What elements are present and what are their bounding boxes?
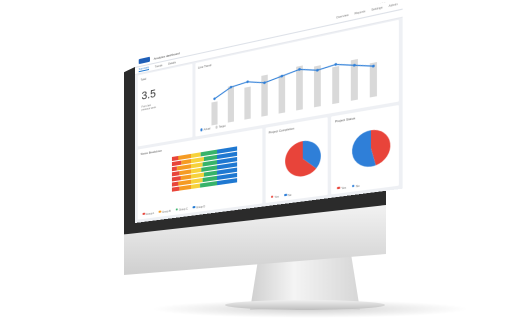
legend-item: No — [351, 183, 360, 188]
stacked-segment — [179, 184, 191, 191]
stacked-segment — [181, 158, 191, 165]
trend-line — [214, 55, 373, 99]
stacked-segment — [178, 153, 191, 160]
stacked-segment — [190, 161, 203, 168]
pie-card-2[interactable]: Project Status Yes No — [331, 104, 399, 195]
legend-label: Group B — [162, 209, 171, 214]
legend-swatch — [351, 184, 355, 188]
legend-label: No — [355, 184, 360, 188]
stacked-segment — [190, 167, 202, 173]
legend-label: Yes — [341, 185, 346, 190]
legend-label: Group D — [196, 204, 206, 209]
brand-logo[interactable] — [138, 56, 150, 65]
legend-label: Group A — [145, 211, 155, 216]
nav-item[interactable]: Overview — [336, 14, 349, 20]
stacked-segment — [171, 175, 181, 181]
pie1-title: Project Completion — [268, 125, 295, 135]
stacked-segment — [171, 160, 182, 166]
legend-item: Group C — [175, 206, 188, 212]
legend-item: Yes — [270, 194, 279, 199]
stacked-segment — [202, 159, 218, 167]
legend-swatch — [142, 212, 145, 216]
legend-swatch — [270, 194, 274, 199]
kpi-subtitle: From last previous week — [142, 103, 156, 112]
stacked-segment — [171, 155, 179, 161]
legend-swatch — [192, 205, 196, 209]
nav-item[interactable]: Settings — [371, 6, 382, 12]
monitor-base — [225, 300, 385, 310]
stacked-segment — [190, 151, 201, 158]
legend-item: Group D — [192, 204, 206, 209]
stacked-legend: Group A Group B Group C Group D — [142, 204, 205, 216]
bar-mark — [244, 86, 251, 120]
line-point — [245, 80, 249, 84]
stacked-segment — [202, 175, 218, 182]
pie1-legend: Yes No — [270, 193, 291, 200]
stacked-segment — [171, 170, 180, 176]
stacked-segment — [179, 168, 191, 175]
legend-swatch — [337, 186, 341, 190]
stacked-segment — [190, 156, 204, 163]
stacked-segment — [203, 154, 218, 161]
stacked-segment — [171, 165, 177, 171]
stacked-segment — [190, 172, 204, 179]
legend-swatch — [284, 193, 287, 197]
legend-label: Yes — [274, 194, 279, 199]
legend-label: No — [288, 193, 292, 197]
stacked-segment — [171, 181, 179, 187]
tab-details[interactable]: Details — [168, 61, 176, 66]
legend-item: Group A — [142, 211, 154, 216]
legend-item: Group B — [158, 209, 171, 214]
stacked-segment — [176, 163, 191, 170]
pie-card-1[interactable]: Project Completion Yes No — [265, 116, 329, 204]
pie-chart-2 — [352, 126, 391, 169]
legend-item: No — [284, 193, 291, 198]
bar-mark — [260, 74, 268, 117]
legend-swatch — [215, 125, 218, 129]
pie-chart-1 — [284, 137, 321, 179]
pie2-legend: Yes No — [337, 183, 359, 190]
legend-swatch — [175, 207, 178, 211]
nav-item[interactable]: Reports — [355, 10, 366, 16]
stacked-segment — [171, 186, 180, 192]
legend-swatch — [200, 128, 203, 132]
bar-mark — [227, 85, 234, 123]
line-point — [212, 97, 216, 101]
stacked-segment — [190, 183, 201, 189]
nav-item[interactable]: Admin — [389, 3, 398, 8]
legend-label: Group C — [178, 206, 188, 212]
dashboard: Analytics dashboard Overview Reports Set… — [135, 0, 403, 224]
tab-summary[interactable]: Summary — [138, 65, 150, 73]
bar-mark — [295, 65, 303, 111]
tab-trends[interactable]: Trends — [155, 64, 163, 69]
bar-mark — [211, 101, 218, 126]
stacked-segment — [180, 174, 191, 180]
bar-mark — [331, 66, 339, 105]
stacked-segment — [203, 170, 218, 177]
line-point — [333, 62, 337, 67]
legend-swatch — [158, 210, 162, 213]
bar-mark — [278, 74, 285, 114]
legend-item: Yes — [337, 185, 346, 190]
stacked-segment — [190, 177, 203, 184]
monitor-screen: Analytics dashboard Overview Reports Set… — [135, 0, 415, 224]
kpi-value: 3.5 — [141, 87, 156, 103]
pie2-title: Project Status — [334, 115, 356, 124]
kpi-label: Total — [140, 76, 147, 82]
stacked-segment — [178, 179, 191, 186]
kpi-card[interactable]: Total 3.5 From last previous week — [137, 63, 193, 147]
